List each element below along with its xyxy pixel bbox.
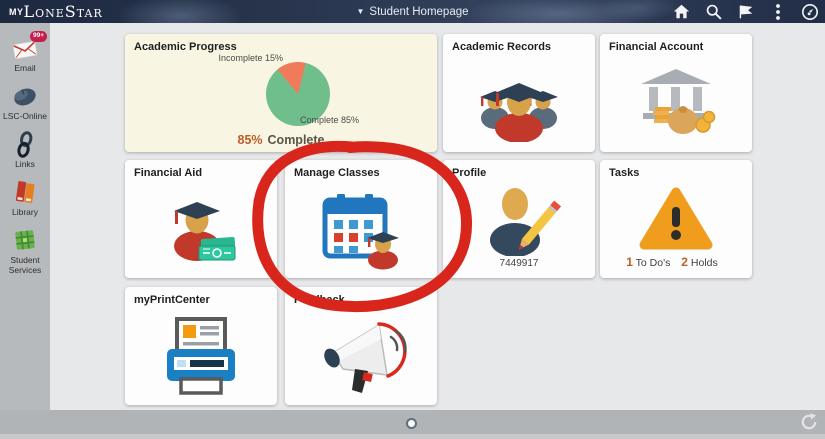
tile-title: Financial Account	[609, 41, 703, 53]
pie-label-complete: Complete 85%	[300, 115, 359, 125]
tile-feedback[interactable]: Feedback	[285, 287, 437, 405]
sidebar-item-label: Email	[14, 63, 35, 73]
carousel-indicator-dot[interactable]	[406, 418, 417, 429]
person-pencil-icon	[443, 182, 595, 260]
logo-name: LoneStar	[24, 0, 103, 23]
tile-academic-progress[interactable]: Academic Progress Incomplete 15% Complet…	[125, 34, 437, 152]
progress-percent: 85%	[238, 133, 263, 147]
sidebar-item-links[interactable]: Links	[0, 131, 50, 169]
sidebar-item-student-services[interactable]: Student Services	[0, 227, 50, 275]
left-sidebar: 99+ Email LSC-Online Links Library	[0, 23, 50, 439]
chain-link-icon	[11, 131, 39, 157]
bottom-edge	[0, 434, 825, 439]
navbar-compass-icon[interactable]	[800, 2, 819, 21]
warning-triangle-icon	[600, 182, 752, 256]
tile-title: Profile	[452, 167, 486, 179]
tile-title: Financial Aid	[134, 167, 202, 179]
profile-id: 7449917	[443, 258, 595, 269]
tile-financial-account[interactable]: Financial Account	[600, 34, 752, 152]
calendar-graduate-icon	[285, 182, 437, 278]
sidebar-item-lsc-online[interactable]: LSC-Online	[0, 83, 50, 121]
logo-prefix: MY	[9, 7, 24, 17]
tile-title: Feedback	[294, 294, 345, 306]
books-icon	[11, 179, 39, 205]
sidebar-item-label: Student Services	[0, 255, 50, 275]
graduate-money-icon	[125, 182, 277, 278]
tile-title: myPrintCenter	[134, 294, 210, 306]
megaphone-icon	[285, 309, 437, 405]
refresh-icon[interactable]	[799, 412, 819, 432]
tile-profile[interactable]: Profile 7449917	[443, 160, 595, 278]
tile-title: Tasks	[609, 167, 639, 179]
search-icon[interactable]	[704, 2, 723, 21]
tasks-summary: 1 To Do's 2 Holds	[600, 255, 752, 269]
pie-label-incomplete: Incomplete 15%	[183, 53, 283, 63]
printer-icon	[125, 309, 277, 405]
tile-title: Manage Classes	[294, 167, 380, 179]
email-unread-badge: 99+	[30, 31, 47, 42]
todo-label: To Do's	[636, 257, 671, 269]
student-homepage: MYLoneStar ▼ Student Homepage	[0, 0, 825, 439]
sidebar-item-library[interactable]: Library	[0, 179, 50, 217]
top-header-bar: MYLoneStar ▼ Student Homepage	[0, 0, 825, 23]
tile-myprintcenter[interactable]: myPrintCenter	[125, 287, 277, 405]
mouse-icon	[11, 83, 39, 109]
envelope-icon: 99+	[11, 35, 39, 61]
sidebar-item-label: LSC-Online	[3, 111, 47, 121]
tile-title: Academic Progress	[134, 41, 237, 53]
sidebar-item-label: Links	[15, 159, 35, 169]
holds-label: Holds	[691, 257, 718, 269]
home-icon[interactable]	[672, 2, 691, 21]
sidebar-item-label: Library	[12, 207, 38, 217]
flag-icon[interactable]	[736, 2, 755, 21]
chevron-down-icon: ▼	[356, 7, 364, 16]
tile-tasks[interactable]: Tasks 1 To Do's 2 Holds	[600, 160, 752, 278]
progress-summary: 85% Complete	[125, 133, 437, 147]
tile-manage-classes[interactable]: Manage Classes	[285, 160, 437, 278]
tile-financial-aid[interactable]: Financial Aid	[125, 160, 277, 278]
homepage-selector-dropdown[interactable]: ▼ Student Homepage	[356, 0, 468, 23]
header-action-icons	[672, 0, 819, 23]
tile-academic-records[interactable]: Academic Records	[443, 34, 595, 152]
mylonestar-logo[interactable]: MYLoneStar	[9, 0, 103, 23]
progress-word: Complete	[268, 133, 325, 147]
tile-title: Academic Records	[452, 41, 551, 53]
sidebar-item-email[interactable]: 99+ Email	[0, 35, 50, 73]
todo-count: 1	[626, 255, 633, 269]
kebab-menu-icon[interactable]	[768, 2, 787, 21]
graduates-group-icon	[443, 56, 595, 152]
bank-money-icon	[600, 56, 752, 152]
map-icon	[11, 227, 39, 253]
holds-count: 2	[681, 255, 688, 269]
homepage-selector-label: Student Homepage	[369, 6, 468, 18]
